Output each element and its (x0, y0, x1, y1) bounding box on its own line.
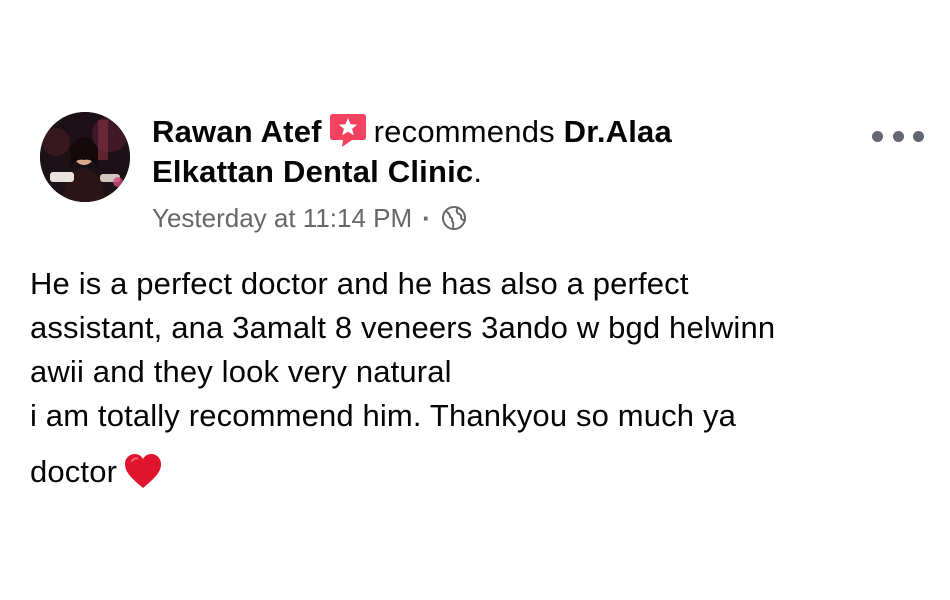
post-title: Rawan Atef recommends Dr.Alaa Elkattan D… (152, 112, 832, 192)
red-heart-icon (123, 452, 163, 490)
post-body-line: awii and they look very natural (30, 354, 452, 389)
page-name-continued[interactable]: Elkattan Dental Clinic (152, 154, 473, 189)
more-dot (913, 130, 924, 142)
avatar-photo (40, 112, 130, 202)
post-body-line: i am totally recommend him. Thankyou so … (30, 398, 736, 433)
post-meta: Yesterday at 11:14 PM · (152, 202, 832, 234)
title-period: . (473, 154, 483, 189)
post-header: Rawan Atef recommends Dr.Alaa Elkattan D… (152, 112, 832, 234)
recommends-label: recommends (373, 114, 555, 149)
meta-separator: · (422, 203, 431, 233)
post-body-line: doctor (30, 454, 118, 489)
avatar[interactable] (40, 112, 130, 202)
recommendation-post: Rawan Atef recommends Dr.Alaa Elkattan D… (0, 0, 950, 600)
post-body-last-line: doctor (30, 450, 930, 494)
recommendation-star-icon (328, 112, 368, 148)
more-dot (892, 130, 904, 142)
page-name[interactable]: Dr.Alaa (564, 114, 672, 149)
globe-icon[interactable] (441, 205, 467, 231)
post-body-line: He is a perfect doctor and he has also a… (30, 266, 689, 301)
post-body-line: assistant, ana 3amalt 8 veneers 3ando w … (30, 310, 776, 345)
post-body: He is a perfect doctor and he has also a… (30, 262, 930, 494)
more-dot (872, 130, 883, 142)
more-options-icon[interactable] (872, 124, 924, 148)
author-name[interactable]: Rawan Atef (152, 114, 322, 149)
timestamp[interactable]: Yesterday at 11:14 PM (152, 202, 412, 234)
